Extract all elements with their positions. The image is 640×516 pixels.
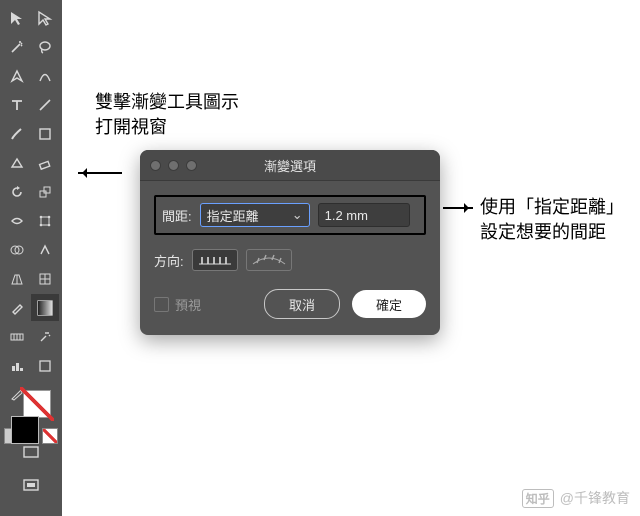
spacing-mode-value: 指定距離: [207, 206, 259, 225]
spacing-label: 間距:: [162, 206, 192, 225]
tool-perspective[interactable]: [3, 265, 31, 292]
tool-pen[interactable]: [3, 62, 31, 89]
ok-button[interactable]: 確定: [352, 290, 426, 318]
tool-rotate[interactable]: [3, 178, 31, 205]
annotation-text: 使用「指定距離」: [480, 195, 624, 220]
fill-swatch[interactable]: [11, 416, 39, 444]
tool-curvature-pen[interactable]: [31, 62, 59, 89]
tool-line-segment[interactable]: [31, 91, 59, 118]
annotation-text: 設定想要的間距: [480, 220, 624, 245]
tool-blend[interactable]: [3, 323, 31, 350]
tool-symbol-sprayer[interactable]: [31, 323, 59, 350]
tool-paintbrush[interactable]: [3, 120, 31, 147]
tool-eyedropper[interactable]: [3, 294, 31, 321]
stroke-swatch[interactable]: [23, 390, 51, 418]
tool-selection[interactable]: [3, 4, 31, 31]
tool-column-graph[interactable]: [3, 352, 31, 379]
watermark-brand: 知乎: [522, 489, 554, 508]
zoom-icon[interactable]: [186, 160, 197, 171]
tool-scale[interactable]: [31, 178, 59, 205]
chevron-down-icon: ⌄: [292, 207, 303, 223]
dialog-title: 漸變選項: [264, 156, 316, 175]
cancel-button[interactable]: 取消: [264, 289, 340, 319]
dialog-buttons: 預視 取消 確定: [154, 289, 426, 319]
spacing-mode-select[interactable]: 指定距離 ⌄: [200, 203, 310, 227]
preview-label: 預視: [175, 295, 201, 314]
tool-artboard[interactable]: [31, 352, 59, 379]
minimize-icon[interactable]: [168, 160, 179, 171]
annotation-use-distance: 使用「指定距離」 設定想要的間距: [480, 195, 624, 245]
annotation-text: 打開視窗: [95, 115, 239, 140]
annotation-text: 雙擊漸變工具圖示: [95, 90, 239, 115]
orientation-row: 方向:: [154, 249, 426, 271]
screen-mode-icon[interactable]: [22, 444, 40, 467]
tool-eraser[interactable]: [31, 149, 59, 176]
spacing-value-text: 1.2 mm: [325, 208, 368, 223]
watermark: 知乎 @千锋教育: [522, 488, 630, 508]
tool-lasso[interactable]: [31, 33, 59, 60]
tool-direct-selection[interactable]: [31, 4, 59, 31]
watermark-author: @千锋教育: [560, 488, 630, 508]
close-icon[interactable]: [150, 160, 161, 171]
blend-options-dialog: 漸變選項 間距: 指定距離 ⌄ 1.2 mm 方向: 預視: [140, 150, 440, 335]
dialog-body: 間距: 指定距離 ⌄ 1.2 mm 方向: 預視 取消: [140, 181, 440, 335]
change-screen-icon[interactable]: [22, 477, 40, 500]
window-controls: [150, 160, 197, 171]
dialog-titlebar[interactable]: 漸變選項: [140, 150, 440, 181]
annotation-double-click: 雙擊漸變工具圖示 打開視窗: [95, 90, 239, 140]
tool-blob-brush[interactable]: [31, 120, 59, 147]
spacing-value-field[interactable]: 1.2 mm: [318, 203, 410, 227]
illustrator-toolbox: [0, 0, 62, 516]
tool-magic-wand[interactable]: [3, 33, 31, 60]
tool-gradient[interactable]: [31, 294, 59, 321]
spacing-row: 間距: 指定距離 ⌄ 1.2 mm: [154, 195, 426, 235]
orientation-align-path-button[interactable]: [246, 249, 292, 271]
tool-type[interactable]: [3, 91, 31, 118]
checkbox-icon: [154, 297, 169, 312]
fill-stroke-swatches[interactable]: [11, 416, 51, 418]
tool-mesh[interactable]: [31, 265, 59, 292]
orientation-label: 方向:: [154, 251, 184, 270]
tool-live-paint[interactable]: [31, 236, 59, 263]
preview-checkbox[interactable]: 預視: [154, 295, 201, 314]
tool-free-transform[interactable]: [31, 207, 59, 234]
orientation-align-page-button[interactable]: [192, 249, 238, 271]
arrow-left-icon: [78, 172, 122, 174]
color-mode-none[interactable]: [42, 428, 58, 444]
tool-shape-builder[interactable]: [3, 236, 31, 263]
tool-width[interactable]: [3, 207, 31, 234]
tool-shaper[interactable]: [3, 149, 31, 176]
arrow-right-icon: [443, 207, 473, 209]
ok-label: 確定: [376, 295, 402, 314]
cancel-label: 取消: [289, 295, 315, 314]
